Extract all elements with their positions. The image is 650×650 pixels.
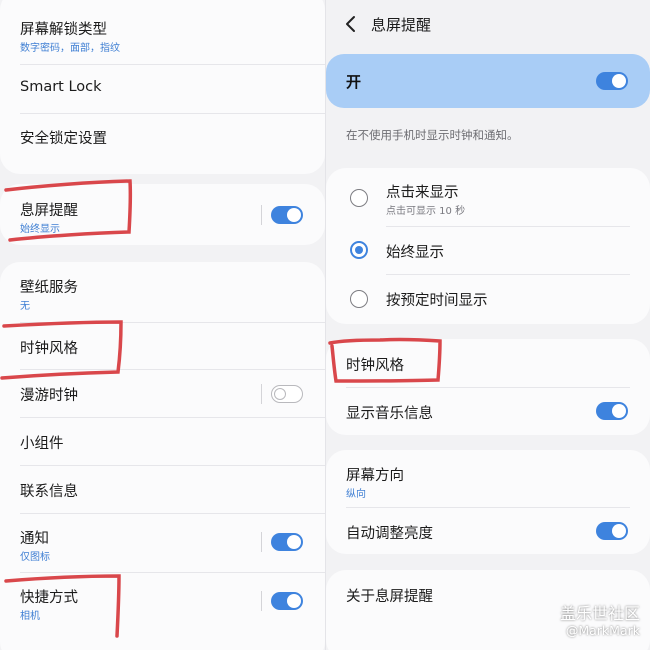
aod-clock-style-title: 时钟风格 bbox=[346, 358, 404, 374]
vertical-divider bbox=[261, 532, 262, 552]
screen-card: 屏幕方向 纵向 自动调整亮度 bbox=[326, 450, 650, 554]
toggle-knob bbox=[287, 594, 301, 608]
notifications-title: 通知 bbox=[20, 531, 49, 547]
shortcuts-toggle[interactable] bbox=[271, 592, 303, 610]
roaming-clock-toggle[interactable] bbox=[271, 385, 303, 403]
toggle-knob bbox=[612, 524, 626, 538]
auto-brightness-toggle[interactable] bbox=[596, 522, 628, 540]
scheduled-title: 按预定时间显示 bbox=[386, 293, 488, 309]
secure-lock-settings-item[interactable]: 安全锁定设置 bbox=[0, 114, 325, 164]
screen-lock-type-subtitle: 数字密码，面部，指纹 bbox=[20, 43, 120, 54]
notifications-item[interactable]: 通知 仅图标 bbox=[0, 514, 325, 572]
music-info-item[interactable]: 显示音乐信息 bbox=[326, 388, 650, 435]
toggle-knob bbox=[612, 74, 626, 88]
auto-brightness-title: 自动调整亮度 bbox=[346, 526, 433, 542]
tap-to-show-subtitle: 点击可显示 10 秒 bbox=[386, 206, 466, 217]
always-show-title: 始终显示 bbox=[386, 245, 444, 261]
aod-card: 息屏提醒 始终显示 bbox=[0, 184, 325, 245]
clock-style-item[interactable]: 时钟风格 bbox=[0, 323, 325, 369]
shortcuts-subtitle: 相机 bbox=[20, 611, 40, 622]
roaming-clock-title: 漫游时钟 bbox=[20, 388, 78, 404]
wallpaper-services-title: 壁纸服务 bbox=[20, 280, 78, 296]
tap-to-show-option[interactable]: 点击来显示 点击可显示 10 秒 bbox=[326, 168, 650, 226]
widgets-title: 小组件 bbox=[20, 436, 64, 452]
widgets-item[interactable]: 小组件 bbox=[0, 418, 325, 465]
lock-settings-card: 屏幕解锁类型 数字密码，面部，指纹 Smart Lock 安全锁定设置 bbox=[0, 0, 325, 174]
orientation-title: 屏幕方向 bbox=[346, 468, 404, 484]
page-title: 息屏提醒 bbox=[371, 16, 432, 34]
aod-title: 息屏提醒 bbox=[20, 203, 78, 219]
notifications-toggle[interactable] bbox=[271, 533, 303, 551]
auto-brightness-item[interactable]: 自动调整亮度 bbox=[326, 508, 650, 554]
master-switch-bar[interactable]: 开 bbox=[326, 54, 650, 108]
master-toggle[interactable] bbox=[596, 72, 628, 90]
music-info-title: 显示音乐信息 bbox=[346, 406, 433, 422]
display-mode-card: 点击来显示 点击可显示 10 秒 始终显示 按预定时间显示 bbox=[326, 168, 650, 324]
smart-lock-title: Smart Lock bbox=[20, 79, 102, 95]
scheduled-radio[interactable] bbox=[350, 290, 368, 308]
display-options-card: 壁纸服务 无 时钟风格 漫游时钟 小组件 联系信息 通知 仅图标 快捷方式 相机 bbox=[0, 262, 325, 650]
roaming-clock-item[interactable]: 漫游时钟 bbox=[0, 370, 325, 417]
shortcuts-title: 快捷方式 bbox=[20, 590, 78, 606]
watermark-handle: @MarkMark bbox=[565, 623, 640, 638]
screen-lock-type-title: 屏幕解锁类型 bbox=[20, 22, 107, 38]
toggle-knob bbox=[287, 208, 301, 222]
screen-lock-type-item[interactable]: 屏幕解锁类型 数字密码，面部，指纹 bbox=[0, 0, 325, 65]
back-button[interactable] bbox=[340, 12, 362, 36]
scheduled-option[interactable]: 按预定时间显示 bbox=[326, 275, 650, 324]
smart-lock-item[interactable]: Smart Lock bbox=[0, 65, 325, 113]
wallpaper-services-subtitle: 无 bbox=[20, 301, 30, 312]
vertical-divider bbox=[261, 591, 262, 611]
always-show-radio[interactable] bbox=[350, 241, 368, 259]
tap-to-show-title: 点击来显示 bbox=[386, 185, 459, 201]
aod-item[interactable]: 息屏提醒 始终显示 bbox=[0, 184, 325, 245]
aod-toggle[interactable] bbox=[271, 206, 303, 224]
always-show-option[interactable]: 始终显示 bbox=[326, 227, 650, 274]
shortcuts-item[interactable]: 快捷方式 相机 bbox=[0, 573, 325, 631]
tap-to-show-radio[interactable] bbox=[350, 189, 368, 207]
clock-card: 时钟风格 显示音乐信息 bbox=[326, 339, 650, 435]
toggle-knob bbox=[274, 387, 286, 400]
vertical-divider bbox=[261, 205, 262, 225]
orientation-subtitle: 纵向 bbox=[346, 489, 366, 500]
orientation-item[interactable]: 屏幕方向 纵向 bbox=[326, 450, 650, 507]
contact-info-title: 联系信息 bbox=[20, 484, 78, 500]
secure-lock-settings-title: 安全锁定设置 bbox=[20, 131, 107, 147]
radio-dot bbox=[355, 246, 363, 254]
clock-style-title: 时钟风格 bbox=[20, 341, 78, 357]
left-settings-pane: 屏幕解锁类型 数字密码，面部，指纹 Smart Lock 安全锁定设置 息屏提醒… bbox=[0, 0, 325, 650]
aod-subtitle: 始终显示 bbox=[20, 224, 60, 235]
watermark-brand: 盖乐世社区 bbox=[559, 604, 640, 623]
contact-info-item[interactable]: 联系信息 bbox=[0, 466, 325, 513]
about-aod-title: 关于息屏提醒 bbox=[346, 589, 433, 605]
wallpaper-services-item[interactable]: 壁纸服务 无 bbox=[0, 262, 325, 322]
back-arrow-icon bbox=[346, 16, 355, 32]
aod-clock-style-item[interactable]: 时钟风格 bbox=[326, 339, 650, 387]
master-switch-label: 开 bbox=[346, 73, 362, 91]
aod-settings-pane: 息屏提醒 开 在不使用手机时显示时钟和通知。 点击来显示 点击可显示 10 秒 … bbox=[326, 0, 650, 650]
notifications-subtitle: 仅图标 bbox=[20, 552, 50, 563]
toggle-knob bbox=[612, 404, 626, 418]
vertical-divider bbox=[261, 384, 262, 404]
toggle-knob bbox=[287, 535, 301, 549]
aod-description: 在不使用手机时显示时钟和通知。 bbox=[346, 128, 519, 142]
music-info-toggle[interactable] bbox=[596, 402, 628, 420]
